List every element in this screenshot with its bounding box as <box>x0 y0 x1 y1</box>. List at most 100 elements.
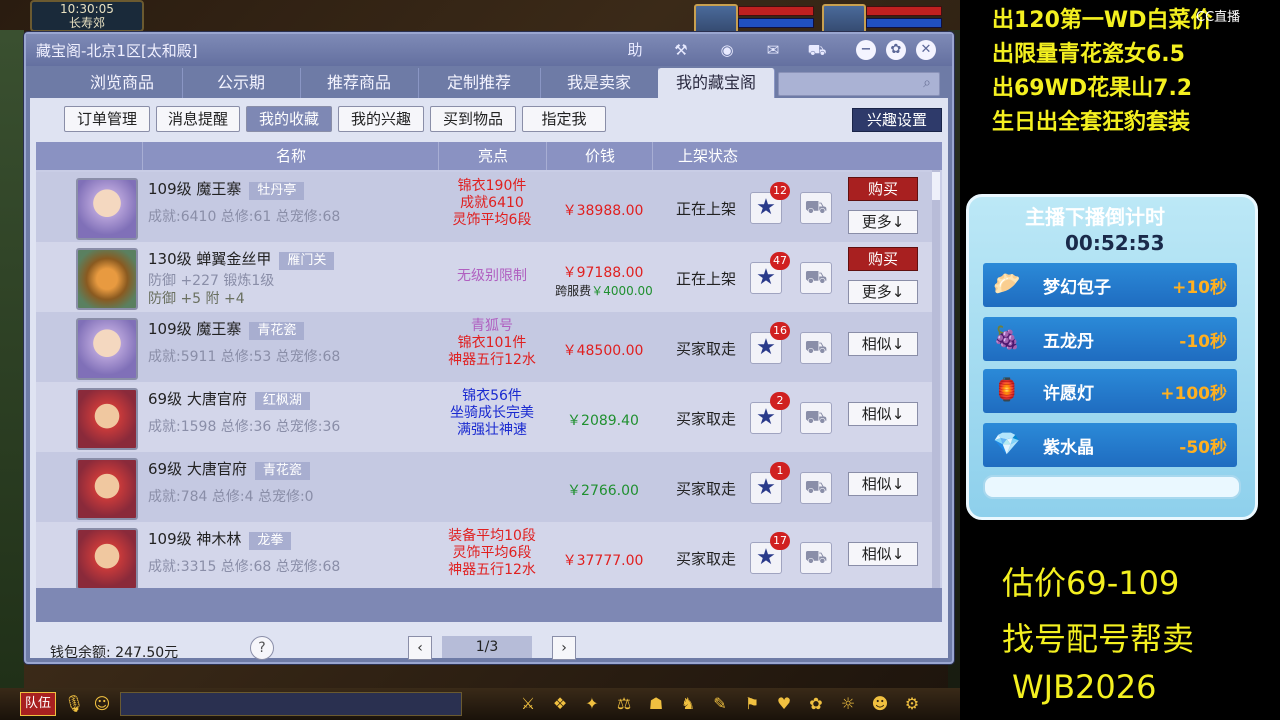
mall-icon[interactable]: ✿ <box>804 692 828 716</box>
highlights: 锦衣190件 成就6410 灵饰平均6段 <box>436 178 548 229</box>
character-avatar[interactable] <box>76 388 138 450</box>
stats-text: 成就:5911 总修:53 总宠修:68 <box>148 349 341 365</box>
highlights: 装备平均10段 灵饰平均6段 神器五行12水 <box>436 528 548 579</box>
search-input[interactable]: ⌕ <box>778 72 940 96</box>
help-icon[interactable]: ? <box>250 636 274 660</box>
character-avatar[interactable] <box>76 178 138 240</box>
table-row[interactable]: 109级 魔王寨 青花瓷 成就:5911 总修:53 总宠修:68 青狐号 锦衣1… <box>36 312 932 382</box>
character-avatar[interactable] <box>76 318 138 380</box>
record-icon[interactable]: ◉ <box>714 39 740 61</box>
window-titlebar[interactable]: 藏宝阁-北京1区[太和殿] 助 ⚒ ◉ ✉ ⛟ − ✿ ✕ <box>26 34 952 66</box>
guild-icon[interactable]: ⚑ <box>740 692 764 716</box>
row-title: 69级 大唐官府 红枫湖 <box>148 388 310 410</box>
tab-seller[interactable]: 我是卖家 <box>540 68 659 98</box>
favorite-count-badge: 47 <box>770 252 790 270</box>
task-icon[interactable]: ✎ <box>708 692 732 716</box>
promo-line: 出69WD花果山7.2 <box>992 76 1193 101</box>
game-bottom-bar: 队伍 🎙 ☺ ⚔ ❖ ✦ ⚖ ☗ ♞ ✎ ⚑ ♥ ✿ ☼ ☻ ⚙ <box>0 688 960 720</box>
table-row[interactable]: 130级 蝉翼金丝甲 雁门关 防御 +227 锻炼1级 防御 +5 附 +4 无级… <box>36 242 932 312</box>
team-icon[interactable]: ☗ <box>644 692 668 716</box>
buy-button[interactable]: 购买 <box>848 247 918 271</box>
price: ￥48500.00 <box>562 343 644 359</box>
add-cart-icon[interactable]: ⛟ <box>800 332 832 364</box>
level-name: 69级 大唐官府 <box>148 460 247 478</box>
level-name: 109级 魔王寨 <box>148 320 242 338</box>
subtab-orders[interactable]: 订单管理 <box>64 106 150 132</box>
table-row[interactable]: 109级 魔王寨 牡丹亭 成就:6410 总修:61 总宠修:68 锦衣190件 … <box>36 172 932 242</box>
character-avatar[interactable] <box>76 528 138 588</box>
friends-icon[interactable]: ♥ <box>772 692 796 716</box>
add-cart-icon[interactable]: ⛟ <box>800 472 832 504</box>
emoji-icon[interactable]: ☻ <box>868 692 892 716</box>
similar-button[interactable]: 相似↓ <box>848 472 918 496</box>
server-tag: 青花瓷 <box>249 322 305 340</box>
microphone-icon[interactable]: 🎙 <box>62 692 86 716</box>
chat-icon[interactable]: ✉ <box>760 39 786 61</box>
scrollbar-thumb[interactable] <box>932 172 940 200</box>
pet-icon[interactable]: ♞ <box>676 692 700 716</box>
add-cart-icon[interactable]: ⛟ <box>800 192 832 224</box>
system-icon[interactable]: ⚙ <box>900 692 924 716</box>
buy-button[interactable]: 购买 <box>848 177 918 201</box>
page-indicator: 1/3 <box>442 636 532 658</box>
table-scrollbar[interactable] <box>932 170 940 588</box>
highlight-item: 神器五行12水 <box>448 352 536 368</box>
interest-settings-button[interactable]: 兴趣设置 <box>852 108 942 132</box>
favorite-count-badge: 12 <box>770 182 790 200</box>
next-page-button[interactable]: › <box>552 636 576 660</box>
similar-button[interactable]: 相似↓ <box>848 332 918 356</box>
cart-icon[interactable]: ⛟ <box>804 39 830 61</box>
settings-button[interactable]: ✿ <box>886 40 906 60</box>
highlight-item: 坐骑成长完美 <box>450 405 534 421</box>
hammer-icon[interactable]: ⚒ <box>668 39 694 61</box>
subtab-assigned[interactable]: 指定我 <box>522 106 606 132</box>
stream-note: 估价69-109 <box>1002 564 1180 602</box>
add-cart-icon[interactable]: ⛟ <box>800 402 832 434</box>
stats-text: 成就:3315 总修:68 总宠修:68 <box>148 559 341 575</box>
more-button[interactable]: 更多↓ <box>848 280 918 304</box>
equipment-icon[interactable] <box>76 248 138 310</box>
close-button[interactable]: ✕ <box>916 40 936 60</box>
more-button[interactable]: 更多↓ <box>848 210 918 234</box>
search-icon[interactable]: ⌕ <box>919 75 935 91</box>
tab-recommend[interactable]: 推荐商品 <box>300 68 419 98</box>
gift-name: 紫水晶 <box>1043 438 1094 458</box>
prev-page-button[interactable]: ‹ <box>408 636 432 660</box>
emote-icon[interactable]: ☺ <box>90 692 114 716</box>
tab-custom[interactable]: 定制推荐 <box>418 68 541 98</box>
wallet-balance: 钱包余额: 247.50元 <box>50 645 179 661</box>
stats-text: 防御 +5 附 +4 <box>148 291 245 307</box>
minimize-button[interactable]: − <box>856 40 876 60</box>
add-cart-icon[interactable]: ⛟ <box>800 542 832 574</box>
player-mp-bar <box>738 18 814 28</box>
subtab-bought[interactable]: 买到物品 <box>430 106 516 132</box>
add-cart-icon[interactable]: ⛟ <box>800 262 832 294</box>
tab-public[interactable]: 公示期 <box>182 68 301 98</box>
table-row[interactable]: 69级 大唐官府 青花瓷 成就:784 总修:4 总宠修:0 ￥2766.00 买… <box>36 452 932 522</box>
level-name: 69级 大唐官府 <box>148 390 247 408</box>
item-icon[interactable]: ❖ <box>548 692 572 716</box>
subtab-interests[interactable]: 我的兴趣 <box>338 106 424 132</box>
table-row[interactable]: 69级 大唐官府 红枫湖 成就:1598 总修:36 总宠修:36 锦衣56件 坐… <box>36 382 932 452</box>
listing-status: 正在上架 <box>675 270 736 288</box>
table-row[interactable]: 109级 神木林 龙拳 成就:3315 总修:68 总宠修:68 装备平均10段 … <box>36 522 932 588</box>
gift-effect: -50秒 <box>1179 438 1227 458</box>
chat-input[interactable] <box>120 692 462 716</box>
character-avatar[interactable] <box>76 458 138 520</box>
help-toolbar-button[interactable]: 助 <box>622 39 648 61</box>
stream-note: 找号配号帮卖 <box>1002 620 1195 658</box>
team-button[interactable]: 队伍 <box>20 692 56 716</box>
row-title: 109级 神木林 龙拳 <box>148 528 292 550</box>
column-highlights: 亮点 <box>438 142 547 170</box>
activity-icon[interactable]: ☼ <box>836 692 860 716</box>
similar-button[interactable]: 相似↓ <box>848 402 918 426</box>
tab-browse[interactable]: 浏览商品 <box>62 68 183 98</box>
similar-button[interactable]: 相似↓ <box>848 542 918 566</box>
give-icon[interactable]: ✦ <box>580 692 604 716</box>
tab-my-pavilion[interactable]: 我的藏宝阁 <box>658 68 775 98</box>
subtab-favorites[interactable]: 我的收藏 <box>246 106 332 132</box>
trade-icon[interactable]: ⚖ <box>612 692 636 716</box>
attack-icon[interactable]: ⚔ <box>516 692 540 716</box>
subtab-messages[interactable]: 消息提醒 <box>156 106 240 132</box>
row-title: 69级 大唐官府 青花瓷 <box>148 458 310 480</box>
